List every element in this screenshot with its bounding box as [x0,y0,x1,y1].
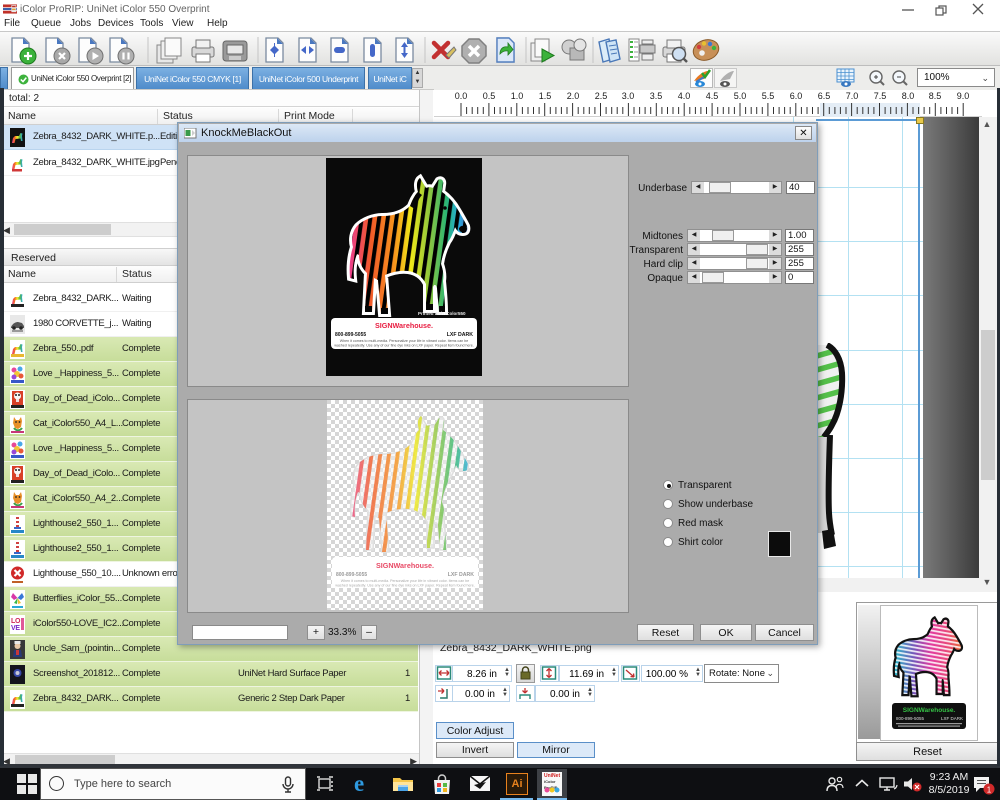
svg-text:5.5: 5.5 [762,91,775,101]
svg-text:VE: VE [11,625,20,632]
svg-text:8.5: 8.5 [929,91,942,101]
svg-text:800-899-5055: 800-899-5055 [896,716,925,721]
svg-text:SIGNWarehouse.: SIGNWarehouse. [375,321,433,330]
svg-text:2.5: 2.5 [595,91,608,101]
svg-text:9.0: 9.0 [957,91,970,101]
svg-text:6.0: 6.0 [790,91,803,101]
svg-text:800-899-5055: 800-899-5055 [335,332,366,338]
svg-text:LXF DARK: LXF DARK [941,716,963,721]
svg-text:LXF DARK: LXF DARK [447,332,473,338]
svg-text:4.0: 4.0 [678,91,691,101]
svg-text:0.5: 0.5 [483,91,496,101]
svg-text:1.0: 1.0 [511,91,524,101]
svg-text:6.5: 6.5 [818,91,831,101]
svg-text:5.0: 5.0 [734,91,747,101]
svg-text:SIGNWarehouse.: SIGNWarehouse. [903,707,956,714]
svg-text:LXF DARK: LXF DARK [448,572,474,578]
svg-text:2.0: 2.0 [567,91,580,101]
svg-text:When it comes to multi-media.: When it comes to multi-media. Personaliz… [341,579,469,583]
svg-text:8.0: 8.0 [902,91,915,101]
svg-text:7.5: 7.5 [874,91,887,101]
svg-text:Printed with iColor550: Printed with iColor550 [418,311,466,316]
svg-text:3.0: 3.0 [622,91,635,101]
svg-text:washed repeatedly. Use any of: washed repeatedly. Use any of our fine d… [334,344,473,348]
svg-text:When it comes to multi-media.: When it comes to multi-media. Personaliz… [340,339,468,343]
svg-text:1.5: 1.5 [539,91,552,101]
svg-text:800-899-5055: 800-899-5055 [336,572,367,578]
svg-text:washed repeatedly. Use any of: washed repeatedly. Use any of our fine d… [335,584,474,588]
svg-text:0.0: 0.0 [455,91,468,101]
svg-text:LO: LO [11,618,21,625]
svg-text:7.0: 7.0 [846,91,859,101]
svg-text:1: 1 [987,786,992,795]
svg-text:3.5: 3.5 [650,91,663,101]
svg-text:4.5: 4.5 [706,91,719,101]
svg-text:SIGNWarehouse.: SIGNWarehouse. [376,561,434,570]
